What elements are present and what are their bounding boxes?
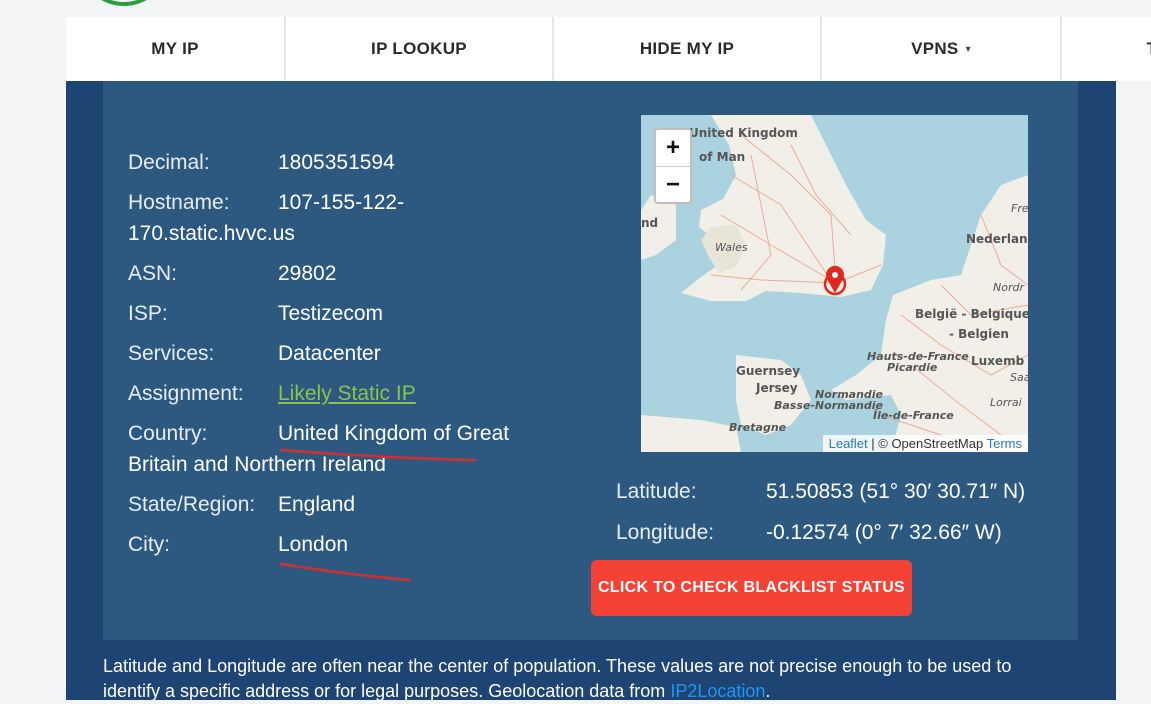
latitude-label: Latitude: [616, 480, 697, 503]
ip-details-panel: Decimal: 1805351594 Hostname: 107-155-122-… [103, 81, 1078, 640]
decimal-row: Decimal: 1805351594 [128, 147, 548, 178]
city-label: City: [128, 533, 170, 556]
asn-value: 29802 [278, 262, 337, 285]
coordinates: Latitude: 51.50853 (51° 30′ 30.71″ N) Lon… [616, 476, 1025, 558]
hostname-label: Hostname: [128, 191, 230, 214]
map-label: Guernsey [736, 364, 800, 378]
map-label: of Man [699, 150, 745, 164]
assignment-link[interactable]: Likely Static IP [278, 382, 416, 405]
content-area: Decimal: 1805351594 Hostname: 107-155-122-… [66, 81, 1116, 701]
nav-my-ip[interactable]: MY IP [66, 17, 286, 81]
longitude-row: Longitude: -0.12574 (0° 7′ 32.66″ W) [616, 517, 1025, 548]
longitude-label: Longitude: [616, 521, 715, 544]
nav-more-label: T [1147, 39, 1151, 59]
nav-more[interactable]: T [1062, 17, 1151, 81]
nav-ip-lookup-label: IP LOOKUP [371, 39, 467, 58]
location-map[interactable]: United Kingdom of Man nd Wales Fre Neder… [641, 115, 1028, 452]
isp-row: ISP: Testizecom [128, 298, 548, 329]
isp-label: ISP: [128, 302, 168, 325]
map-label: Wales [715, 241, 748, 254]
map-attribution: Leaflet | © OpenStreetMap Terms [822, 435, 1028, 452]
map-label: Picardie [887, 361, 938, 374]
city-value: London [278, 533, 349, 556]
main-nav: MY IP IP LOOKUP HIDE MY IP VPNS ▾ T [66, 17, 1151, 81]
map-tiles: United Kingdom of Man nd Wales Fre Neder… [641, 115, 1028, 452]
decimal-label: Decimal: [128, 151, 210, 174]
note-text: Latitude and Longitude are often near th… [103, 656, 1012, 701]
country-label: Country: [128, 422, 208, 445]
services-value: Datacenter [278, 342, 381, 365]
services-row: Services: Datacenter [128, 338, 548, 369]
map-label: Basse-Normandie [774, 399, 883, 412]
zoom-control: + − [654, 128, 692, 204]
zoom-out-button[interactable]: − [656, 167, 690, 203]
ip-details-list: Decimal: 1805351594 Hostname: 107-155-122-… [128, 147, 548, 569]
nav-ip-lookup[interactable]: IP LOOKUP [286, 17, 554, 81]
state-value: England [278, 493, 356, 516]
asn-label: ASN: [128, 262, 178, 285]
state-row: State/Region: England [128, 489, 548, 520]
map-label: Nordr [993, 281, 1025, 294]
isp-value: Testizecom [278, 302, 384, 325]
map-label: Luxemb [971, 354, 1025, 368]
map-label: Jersey [755, 381, 798, 395]
nav-hide-my-ip[interactable]: HIDE MY IP [554, 17, 822, 81]
asn-row: ASN: 29802 [128, 258, 548, 289]
logo-icon[interactable] [78, 0, 170, 6]
map-label: Nederlan [966, 232, 1028, 246]
map-label: Saa [1010, 371, 1028, 384]
map-label: Île-de-France [873, 408, 954, 422]
hostname-value-cont: 170.static.hvvc.us [128, 222, 295, 245]
map-label: België - Belgique [915, 307, 1028, 321]
assignment-row: Assignment: Likely Static IP [128, 378, 548, 409]
country-value: United Kingdom of Great [278, 422, 510, 445]
nav-vpns[interactable]: VPNS ▾ [822, 17, 1062, 81]
terms-link[interactable]: Terms [987, 436, 1022, 451]
latitude-row: Latitude: 51.50853 (51° 30′ 30.71″ N) [616, 476, 1025, 507]
state-label: State/Region: [128, 493, 256, 516]
leaflet-link[interactable]: Leaflet [829, 436, 868, 451]
chevron-down-icon: ▾ [965, 43, 971, 55]
check-blacklist-button[interactable]: CLICK TO CHECK BLACKLIST STATUS [591, 560, 912, 616]
location-marker-icon[interactable] [823, 265, 847, 296]
city-row: City: London [128, 529, 548, 560]
map-label: nd [641, 216, 658, 230]
nav-hide-my-ip-label: HIDE MY IP [639, 39, 735, 58]
hostname-value: 107-155-122- [278, 191, 405, 214]
map-label: - Belgien [949, 327, 1009, 341]
ip2location-link[interactable]: IP2Location [670, 681, 765, 701]
osm-attribution: | © OpenStreetMap [867, 436, 987, 451]
services-label: Services: [128, 342, 215, 365]
zoom-in-button[interactable]: + [656, 130, 690, 167]
latitude-value: 51.50853 (51° 30′ 30.71″ N) [766, 480, 1026, 503]
map-label: United Kingdom [689, 126, 798, 140]
decimal-value: 1805351594 [278, 151, 395, 174]
nav-vpns-label: VPNS [911, 39, 959, 58]
hostname-row: Hostname: 107-155-122- 170.static.hvvc.us [128, 187, 548, 249]
map-label: Lorrai [990, 396, 1022, 409]
assignment-label: Assignment: [128, 382, 244, 405]
nav-my-ip-label: MY IP [151, 39, 199, 58]
country-value-cont: Britain and Northern Ireland [128, 453, 386, 476]
note-end: . [765, 681, 771, 701]
country-row: Country: United Kingdom of Great Britain a… [128, 418, 548, 480]
map-label: Fre [1011, 202, 1028, 215]
map-label: Bretagne [729, 421, 787, 434]
longitude-value: -0.12574 (0° 7′ 32.66″ W) [766, 521, 1002, 544]
geolocation-note: Latitude and Longitude are often near th… [103, 654, 1063, 704]
